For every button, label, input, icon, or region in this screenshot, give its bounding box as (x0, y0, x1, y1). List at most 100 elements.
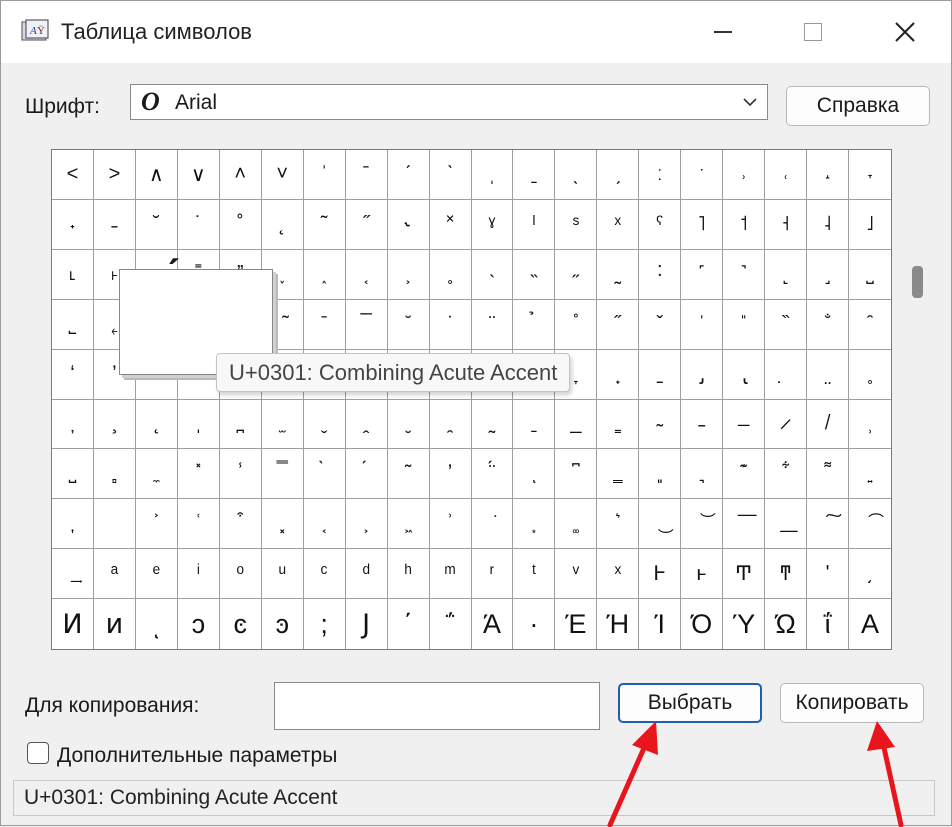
character-cell[interactable]: ̰ (471, 399, 514, 450)
character-cell[interactable]: ˲ (387, 249, 430, 300)
maximize-button[interactable] (767, 1, 859, 63)
character-cell[interactable]: ˸ (639, 249, 682, 300)
character-cell[interactable]: ̆ (387, 299, 430, 350)
character-cell[interactable]: ˅ (261, 150, 304, 200)
character-cell[interactable]: ˎ (555, 150, 598, 200)
character-cell[interactable]: ˊ (387, 150, 430, 200)
character-cell[interactable]: ̇ (429, 299, 472, 350)
character-cell[interactable]: ͐ (135, 499, 178, 550)
character-cell[interactable]: ͒ (219, 499, 262, 550)
character-cell[interactable]: ͊ (723, 449, 766, 500)
character-cell[interactable]: ˡ (513, 199, 556, 250)
character-cell[interactable]: ˪ (52, 249, 94, 300)
advanced-view-label[interactable]: Дополнительные параметры (57, 744, 337, 768)
character-cell[interactable]: ͞ (723, 499, 766, 550)
character-cell[interactable]: ˟ (429, 199, 472, 250)
character-cell[interactable]: ˤ (639, 199, 682, 250)
character-cell[interactable]: ͍ (849, 449, 891, 500)
character-cell[interactable]: ̐ (807, 299, 850, 350)
character-cell[interactable]: ̨ (135, 399, 178, 450)
character-cell[interactable]: ͽ (262, 599, 304, 649)
character-cell[interactable]: ̈ (471, 299, 514, 350)
character-cell[interactable]: ˛ (261, 199, 304, 250)
character-cell[interactable]: ∧ (135, 150, 178, 200)
character-cell[interactable]: ˻ (765, 249, 808, 300)
character-cell[interactable]: ͭ (513, 549, 556, 600)
close-button[interactable] (859, 1, 951, 63)
character-cell[interactable]: ̾ (219, 449, 262, 500)
character-cell[interactable]: ̏ (765, 299, 808, 350)
character-cell[interactable]: ΄ (388, 599, 430, 649)
character-cell[interactable]: ͟ (765, 499, 808, 550)
character-cell[interactable]: ˴ (471, 249, 514, 300)
character-cell[interactable]: ͯ (597, 549, 640, 600)
character-cell[interactable]: ˠ (471, 199, 514, 250)
character-cell[interactable]: ˽ (849, 250, 891, 300)
character-cell[interactable]: Ύ (723, 599, 766, 649)
character-cell[interactable]: ͂ (387, 449, 430, 500)
character-cell[interactable]: ˦ (723, 199, 766, 250)
character-cell[interactable]: ̲ (555, 399, 598, 450)
character-cell[interactable]: ͕ (345, 499, 388, 550)
character-cell[interactable]: Ή (597, 599, 640, 649)
character-cell[interactable]: ˾ (52, 299, 94, 350)
character-cell[interactable]: ˘ (135, 199, 178, 250)
title-bar[interactable]: A Ÿ Таблица символов (1, 1, 951, 63)
character-cell[interactable]: ̀ (303, 449, 346, 500)
character-cell[interactable]: ͗ (429, 499, 472, 550)
character-cell[interactable]: ̱ (513, 399, 556, 450)
character-cell[interactable]: ͨ (303, 549, 346, 600)
character-cell[interactable]: ̠ (639, 349, 682, 400)
character-cell[interactable]: ͉ (681, 449, 724, 500)
character-cell[interactable]: ̳ (597, 399, 640, 450)
character-cell[interactable]: ˚ (219, 199, 262, 250)
character-cell[interactable]: ͧ (261, 549, 304, 600)
character-cell[interactable]: ͝ (681, 499, 724, 550)
character-cell[interactable]: ˖ (52, 199, 94, 250)
character-cell[interactable]: ͓ (261, 499, 304, 550)
character-cell[interactable]: ˹ (681, 249, 724, 300)
character-cell[interactable]: ˼ (807, 249, 850, 300)
character-cell[interactable]: ̪ (219, 399, 262, 450)
character-cell[interactable]: ͳ (765, 549, 808, 600)
character-cell[interactable]: ͮ (555, 549, 598, 600)
character-cell[interactable]: ̩ (177, 399, 220, 450)
character-cell[interactable]: ̓ (429, 449, 472, 500)
character-cell[interactable]: ˉ (345, 150, 388, 200)
character-cell[interactable]: ̋ (597, 299, 640, 350)
character-cell[interactable]: ̸ (807, 399, 850, 450)
character-cell[interactable]: ͷ (94, 599, 136, 649)
character-cell[interactable]: ˞ (387, 199, 430, 250)
character-cell[interactable]: ͫ (429, 549, 472, 600)
character-cell[interactable]: ̫ (261, 399, 304, 450)
character-cell[interactable]: ͌ (807, 449, 850, 500)
character-cell[interactable]: ̊ (555, 299, 598, 350)
character-cell[interactable]: ˣ (597, 199, 640, 250)
character-cell[interactable]: ; (304, 599, 346, 649)
character-cell[interactable]: ͏ (93, 499, 136, 550)
character-cell[interactable]: ͵ (849, 549, 891, 600)
character-cell[interactable]: ̵ (681, 399, 724, 450)
character-cell[interactable]: ͼ (220, 599, 262, 649)
character-cell[interactable]: ͻ (178, 599, 220, 649)
character-cell[interactable]: ̥ (849, 350, 891, 400)
character-cell[interactable]: ͇ (597, 449, 640, 500)
character-cell[interactable]: ˱ (345, 249, 388, 300)
character-cell[interactable]: ∨ (177, 150, 220, 200)
character-cell[interactable]: ː (639, 150, 682, 200)
character-cell[interactable]: ˩ (849, 200, 891, 250)
character-cell[interactable]: ̟ (597, 349, 640, 400)
character-cell[interactable]: ˵ (513, 249, 556, 300)
character-cell[interactable]: ͆ (555, 449, 598, 500)
character-cell[interactable]: ̍ (681, 299, 724, 350)
character-cell[interactable]: ͋ (765, 449, 808, 500)
character-cell[interactable]: ̑ (849, 300, 891, 350)
character-cell[interactable]: ˰ (303, 249, 346, 300)
character-cell[interactable]: ̌ (639, 299, 682, 350)
character-cell[interactable]: ̹ (849, 400, 891, 450)
character-cell[interactable]: ͺ (136, 599, 178, 649)
character-cell[interactable]: ̄ (303, 299, 346, 350)
character-cell[interactable]: ΅ (430, 599, 472, 649)
character-cell[interactable]: ̈́ (471, 449, 514, 500)
character-cell[interactable]: ˔ (807, 150, 850, 200)
